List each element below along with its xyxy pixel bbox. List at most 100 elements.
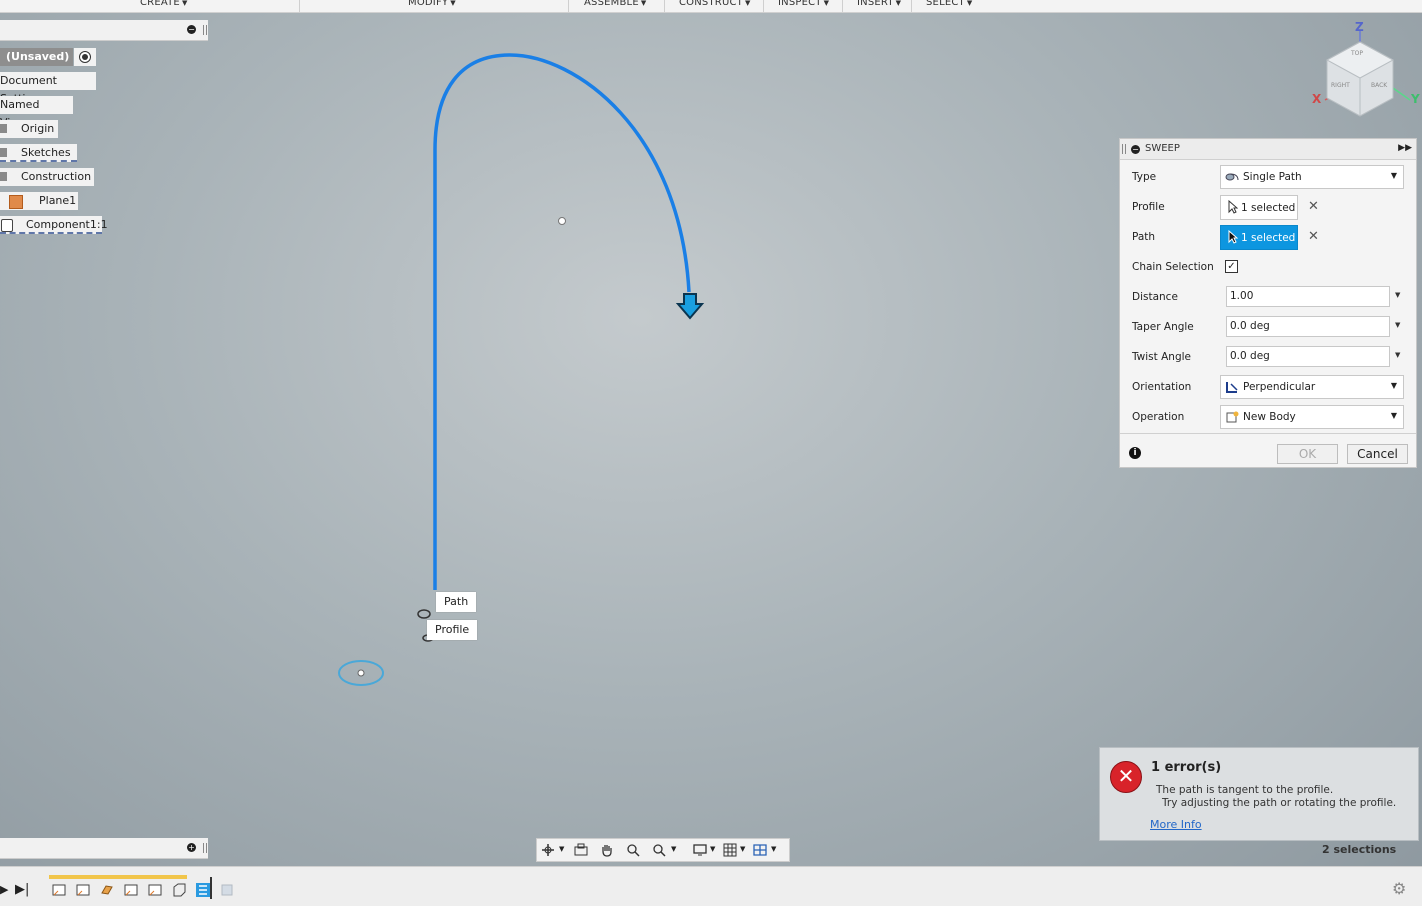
orientation-label: Orientation [1132,381,1192,393]
path-label: Path [1132,231,1156,243]
expand-arrows-icon[interactable]: ▶▶ [1398,143,1412,153]
type-value: Single Path [1243,171,1302,183]
chevron-down-icon[interactable]: ▼ [1395,291,1400,299]
distance-input[interactable]: 1.00 [1226,286,1390,307]
error-icon: ✕ [1110,761,1142,793]
orbit-icon[interactable] [541,843,555,857]
profile-label: Profile [1132,201,1165,213]
chevron-down-icon[interactable]: ▼ [771,845,776,853]
sketch-feature-icon[interactable] [148,883,162,897]
twist-angle-value: 0.0 deg [1230,350,1270,362]
path-select-button[interactable]: 1 selected [1220,225,1298,250]
collapse-icon[interactable]: − [1131,145,1140,154]
plane-feature-icon[interactable] [100,883,114,897]
profile-tag-label: Profile [435,623,470,636]
path-row: Path 1 selected ✕ [1120,223,1416,253]
profile-row: Profile 1 selected ✕ [1120,193,1416,223]
distance-value: 1.00 [1230,290,1254,302]
cursor-arrow-icon [1228,230,1238,244]
orientation-dropdown[interactable]: Perpendicular ▼ [1220,375,1404,399]
chevron-down-icon[interactable]: ▼ [710,845,715,853]
cursor-arrow-icon [1228,200,1238,214]
type-label: Type [1132,171,1157,183]
sketch-feature-icon[interactable] [52,883,66,897]
cube-face-right[interactable]: RIGHT [1331,82,1350,89]
viewports-icon[interactable] [753,843,767,857]
cancel-button[interactable]: Cancel [1347,444,1408,464]
chevron-down-icon[interactable]: ▼ [1395,351,1400,359]
arc-center-point [558,217,566,225]
path-selected-count: 1 selected [1241,232,1296,244]
chevron-down-icon[interactable]: ▼ [671,845,676,853]
error-hint-line: Try adjusting the path or rotating the p… [1162,797,1397,809]
profile-center-point [357,669,365,677]
chevron-down-icon: ▼ [1390,411,1397,420]
type-row: Type Single Path ▼ [1120,163,1416,193]
orientation-value: Perpendicular [1243,381,1316,393]
profile-selected-count: 1 selected [1241,202,1296,214]
look-at-icon[interactable] [574,843,588,857]
skip-to-end-icon[interactable]: ▶| [15,882,29,897]
path-tag-label: Path [444,595,469,608]
selection-count: 2 selections [1322,843,1397,856]
sweep-title: SWEEP [1145,143,1180,154]
twist-angle-label: Twist Angle [1132,351,1191,363]
grid-icon[interactable] [723,843,737,857]
operation-label: Operation [1132,411,1185,423]
chevron-down-icon: ▼ [1390,381,1397,390]
ok-button[interactable]: OK [1277,444,1338,464]
sweep-header[interactable]: − SWEEP ▶▶ [1120,139,1416,160]
timeline: ▶ ▶| ⚙ [0,866,1422,906]
cube-face-back[interactable]: BACK [1371,82,1387,89]
viewcube[interactable]: Z X Y TOP RIGHT BACK [1305,20,1420,130]
panel-grip-icon[interactable] [1122,144,1126,154]
sweep-feature-icon[interactable] [196,883,210,897]
operation-dropdown[interactable]: New Body ▼ [1220,405,1404,429]
info-icon[interactable]: i [1129,447,1141,459]
sketch-feature-icon[interactable] [124,883,138,897]
display-settings-icon[interactable] [693,843,707,857]
path-tag: Path [436,592,477,612]
error-title: 1 error(s) [1151,760,1222,775]
profile-select-button[interactable]: 1 selected [1220,195,1298,220]
direction-arrow-icon [675,293,705,320]
operation-row: Operation New Body ▼ [1120,403,1416,433]
twist-angle-input[interactable]: 0.0 deg [1226,346,1390,367]
component-feature-icon[interactable] [220,883,234,897]
new-body-icon [1226,411,1239,423]
zoom-icon[interactable] [652,843,666,857]
taper-angle-label: Taper Angle [1132,321,1194,333]
zoom-window-icon[interactable] [626,843,640,857]
sweep-path-curve [433,53,691,590]
sketch-feature-icon[interactable] [76,883,90,897]
clear-path-icon[interactable]: ✕ [1308,229,1319,244]
gear-icon[interactable]: ⚙ [1392,879,1406,898]
navigation-toolbar: ▼ ▼ ▼ ▼ ▼ [536,838,790,862]
profile-tag: Profile [427,620,478,640]
clear-profile-icon[interactable]: ✕ [1308,199,1319,214]
axis-z-label: Z [1355,20,1364,34]
type-dropdown[interactable]: Single Path ▼ [1220,165,1404,189]
chain-selection-checkbox[interactable]: ✓ [1225,260,1238,273]
body-feature-icon[interactable] [172,883,186,897]
sweep-dialog: − SWEEP ▶▶ Type Single Path ▼ Profile 1 … [1119,138,1417,468]
chevron-down-icon[interactable]: ▼ [1395,321,1400,329]
more-info-link[interactable]: More Info [1150,818,1202,831]
twist-row: Twist Angle 0.0 deg ▼ [1120,343,1416,373]
sweep-footer: i OK Cancel [1120,433,1416,468]
chevron-down-icon[interactable]: ▼ [740,845,745,853]
single-path-icon [1225,173,1239,181]
cube-face-top[interactable]: TOP [1351,50,1363,57]
chevron-down-icon[interactable]: ▼ [559,845,564,853]
pan-hand-icon[interactable] [600,843,614,857]
operation-value: New Body [1243,411,1296,423]
chevron-down-icon: ▼ [1390,171,1397,180]
chain-row: Chain Selection ✓ [1120,253,1416,283]
chain-selection-label: Chain Selection [1132,261,1214,273]
timeline-marker[interactable] [210,877,212,899]
taper-angle-input[interactable]: 0.0 deg [1226,316,1390,337]
distance-row: Distance 1.00 ▼ [1120,283,1416,313]
play-icon[interactable]: ▶ [0,883,8,896]
error-notification: ✕ 1 error(s) The path is tangent to the … [1099,747,1419,841]
error-message-line: The path is tangent to the profile. [1156,784,1334,796]
